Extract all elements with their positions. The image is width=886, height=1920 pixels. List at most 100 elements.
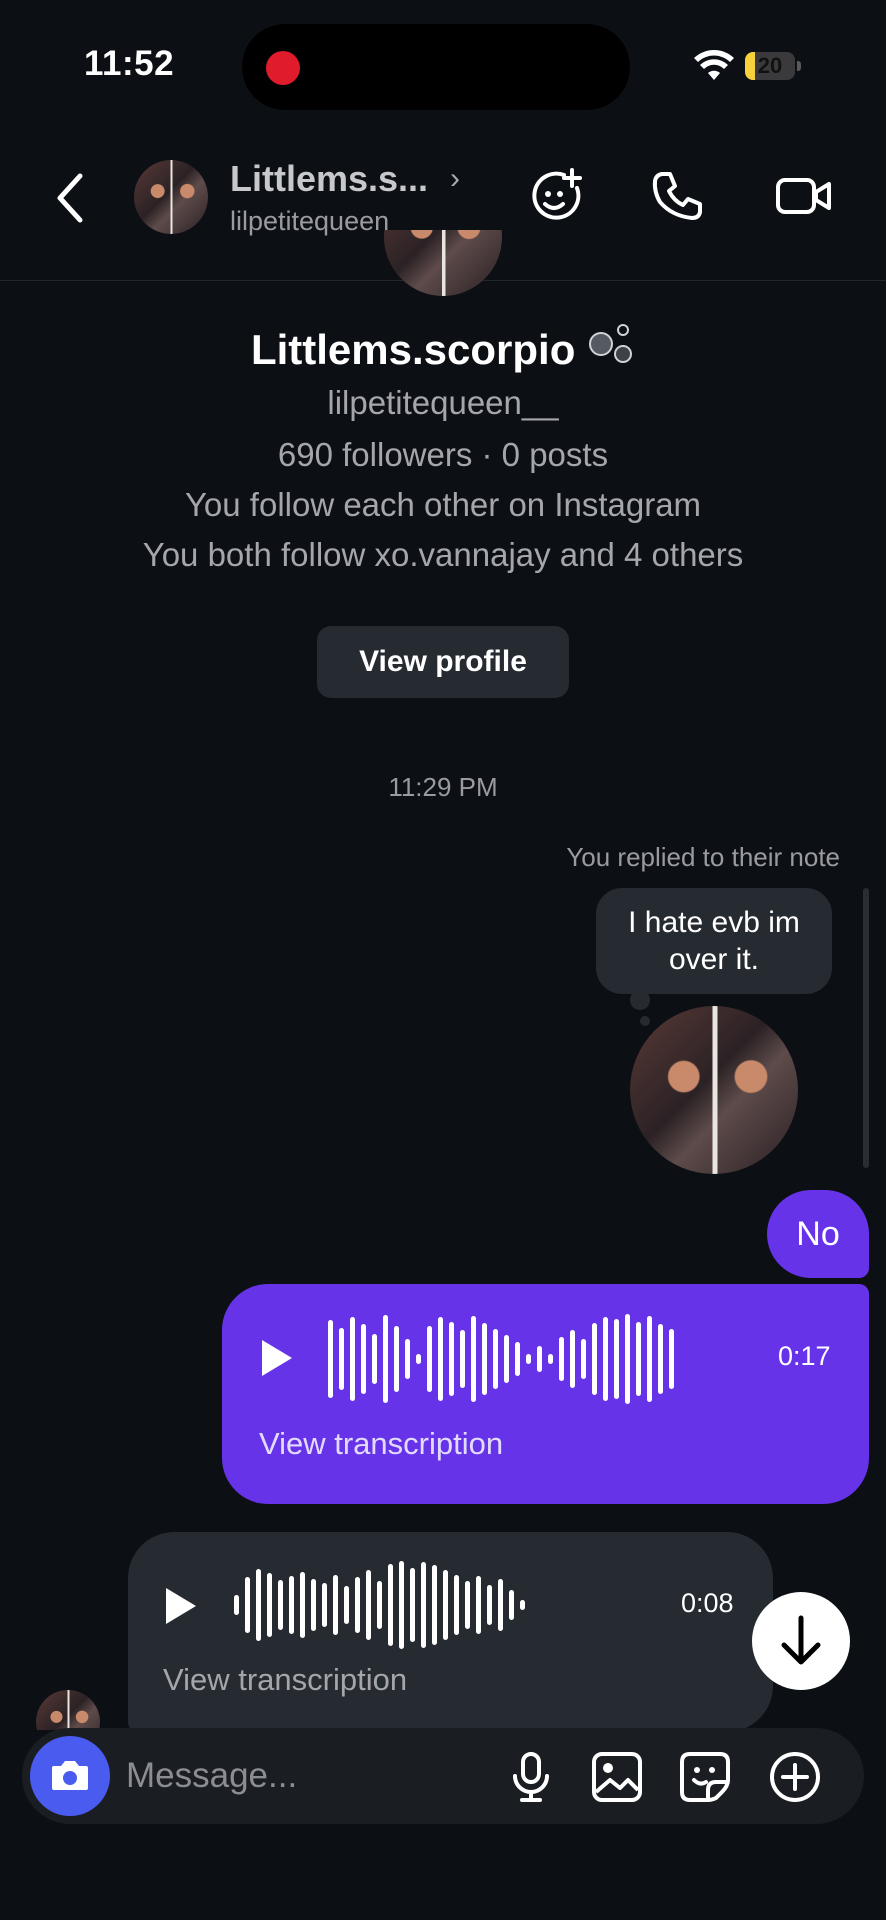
- waveform-bar: [328, 1320, 333, 1398]
- sender-avatar[interactable]: [36, 1690, 100, 1730]
- play-icon[interactable]: [166, 1588, 196, 1624]
- waveform-bar: [669, 1329, 674, 1389]
- microphone-icon[interactable]: [504, 1750, 558, 1804]
- note-tail-small: [640, 1016, 650, 1026]
- waveform-bar: [388, 1564, 393, 1646]
- mutual-follow-text: You follow each other on Instagram: [184, 486, 702, 523]
- battery-indicator: 20: [745, 52, 795, 80]
- waveform-bar: [658, 1324, 663, 1394]
- profile-stats: 690 followers · 0 posts: [277, 436, 609, 473]
- play-icon[interactable]: [262, 1340, 292, 1376]
- waveform-bar: [548, 1354, 553, 1364]
- waveform-bar: [487, 1585, 492, 1625]
- waveform: [234, 1560, 525, 1650]
- bubbles-emoji-icon: [589, 324, 633, 363]
- sent-message-bubble[interactable]: No: [767, 1190, 869, 1278]
- back-arrow-icon[interactable]: [48, 168, 92, 228]
- waveform-bar: [537, 1346, 542, 1372]
- message-composer: [22, 1728, 864, 1824]
- message-input[interactable]: [126, 1750, 486, 1802]
- waveform-bar: [520, 1600, 525, 1610]
- note-tail: [630, 990, 650, 1010]
- waveform-bar: [416, 1354, 421, 1364]
- view-transcription-link[interactable]: View transcription: [259, 1426, 503, 1462]
- waveform-bar: [256, 1569, 261, 1641]
- waveform-bar: [509, 1590, 514, 1620]
- camera-icon: [52, 1761, 88, 1790]
- waveform-bar: [278, 1580, 283, 1630]
- avatar: [36, 1690, 100, 1730]
- smiley-add-icon[interactable]: [526, 166, 586, 226]
- waveform: [328, 1314, 674, 1404]
- phone-icon[interactable]: [648, 166, 708, 226]
- waveform-bar: [476, 1576, 481, 1634]
- waveform-bar: [559, 1337, 564, 1381]
- waveform-bar: [361, 1324, 366, 1394]
- scroll-to-bottom-button[interactable]: [752, 1592, 850, 1690]
- note-bubble[interactable]: I hate evb im over it.: [596, 888, 832, 994]
- waveform-bar: [421, 1562, 426, 1648]
- avatar[interactable]: [134, 160, 208, 234]
- recording-indicator-icon: [266, 51, 300, 85]
- waveform-bar: [350, 1317, 355, 1401]
- scrollbar[interactable]: [863, 888, 869, 1168]
- avatar: [384, 230, 502, 296]
- sticker-icon[interactable]: [678, 1750, 732, 1804]
- gallery-icon[interactable]: [590, 1750, 644, 1804]
- waveform-bar: [570, 1330, 575, 1388]
- waveform-bar: [355, 1577, 360, 1633]
- waveform-bar: [438, 1317, 443, 1401]
- plus-icon[interactable]: [768, 1750, 822, 1804]
- waveform-bar: [289, 1576, 294, 1634]
- waveform-bar: [410, 1568, 415, 1642]
- status-time: 11:52: [84, 44, 175, 83]
- message-timestamp: 11:29 PM: [388, 772, 498, 802]
- chevron-right-icon[interactable]: ›: [450, 162, 460, 196]
- video-camera-icon[interactable]: [774, 166, 834, 226]
- contact-name[interactable]: Littlems.s...: [230, 158, 428, 200]
- waveform-bar: [454, 1575, 459, 1635]
- sent-voice-message[interactable]: 0:17 View transcription: [222, 1284, 869, 1504]
- waveform-bar: [647, 1316, 652, 1402]
- waveform-bar: [234, 1595, 239, 1615]
- camera-button[interactable]: [30, 1736, 110, 1816]
- profile-avatar[interactable]: [384, 230, 502, 296]
- wifi-icon: [694, 50, 734, 80]
- waveform-bar: [427, 1326, 432, 1392]
- waveform-bar: [603, 1317, 608, 1401]
- waveform-bar: [581, 1339, 586, 1379]
- battery-tip: [797, 61, 801, 71]
- waveform-bar: [366, 1570, 371, 1640]
- waveform-bar: [526, 1354, 531, 1364]
- waveform-bar: [498, 1579, 503, 1631]
- waveform-bar: [383, 1315, 388, 1403]
- waveform-bar: [311, 1579, 316, 1631]
- waveform-bar: [449, 1322, 454, 1396]
- waveform-bar: [460, 1330, 465, 1388]
- voice-duration: 0:17: [778, 1341, 831, 1371]
- mutual-friends-text: You both follow xo.vannajay and 4 others: [142, 536, 744, 573]
- dynamic-island: [242, 24, 630, 110]
- waveform-bar: [482, 1323, 487, 1395]
- waveform-bar: [504, 1335, 509, 1383]
- note-reply-caption: You replied to their note: [566, 842, 840, 872]
- waveform-bar: [300, 1572, 305, 1638]
- view-transcription-link[interactable]: View transcription: [163, 1662, 407, 1698]
- waveform-bar: [625, 1314, 630, 1404]
- waveform-bar: [399, 1561, 404, 1649]
- profile-name-text: Littlems.scorpio: [250, 326, 576, 373]
- waveform-bar: [245, 1577, 250, 1633]
- received-voice-message[interactable]: 0:08 View transcription: [128, 1532, 773, 1732]
- note-avatar[interactable]: [630, 1006, 798, 1174]
- waveform-bar: [592, 1323, 597, 1395]
- waveform-bar: [344, 1586, 349, 1624]
- voice-duration: 0:08: [681, 1588, 734, 1618]
- waveform-bar: [377, 1581, 382, 1629]
- waveform-bar: [333, 1575, 338, 1635]
- waveform-bar: [465, 1581, 470, 1629]
- waveform-bar: [515, 1342, 520, 1376]
- battery-percent: 20: [757, 53, 783, 78]
- waveform-bar: [267, 1573, 272, 1637]
- view-profile-button[interactable]: View profile: [317, 626, 569, 698]
- waveform-bar: [322, 1583, 327, 1627]
